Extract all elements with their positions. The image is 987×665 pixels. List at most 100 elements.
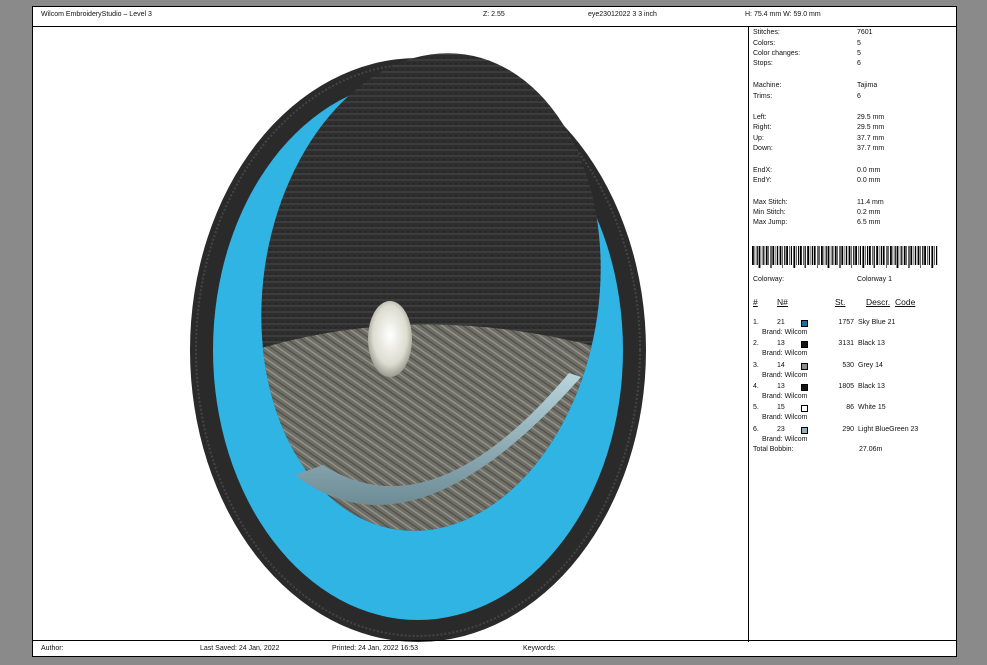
barcode-bar xyxy=(830,246,832,265)
color-swatch xyxy=(801,426,808,434)
stat-value: 6 xyxy=(857,93,861,100)
barcode-bar xyxy=(934,246,935,265)
color-brand: Brand: Wilcom xyxy=(762,392,808,400)
barcode-bar xyxy=(779,246,782,265)
stitch-count: 290 xyxy=(842,425,854,433)
eye-highlight xyxy=(368,301,412,377)
barcode-bar xyxy=(823,246,825,265)
barcode-bar xyxy=(793,246,796,268)
barcode-bar xyxy=(768,246,769,265)
stat-value: 37.7 mm xyxy=(857,145,885,152)
barcode-bar xyxy=(922,246,924,265)
stitch-count: 86 xyxy=(846,404,854,412)
stat-label: Colors: xyxy=(753,40,776,47)
barcode-bar xyxy=(867,246,869,265)
stat-label: EndX: xyxy=(753,167,773,174)
barcode-bar xyxy=(807,246,809,265)
color-brand: Brand: Wilcom xyxy=(762,371,808,379)
barcode-bar xyxy=(752,246,754,265)
stat-value: 37.7 mm xyxy=(857,135,885,142)
color-brand: Brand: Wilcom xyxy=(762,435,808,443)
barcode-bar xyxy=(917,246,920,265)
zoom-level: Z: 2.55 xyxy=(483,11,505,18)
barcode-bar xyxy=(903,246,906,265)
stat-row: EndX: 0.0 mm xyxy=(753,167,953,177)
barcode-bar xyxy=(786,246,788,265)
color-swatch xyxy=(801,383,808,391)
barcode-bar xyxy=(853,246,855,265)
barcode-bar xyxy=(809,246,811,265)
barcode-bar xyxy=(855,246,857,265)
barcode-bar xyxy=(772,246,775,265)
barcode-bar xyxy=(754,246,756,265)
barcode-bar xyxy=(910,246,913,265)
barcode-bar xyxy=(775,246,777,265)
color-number: 13 xyxy=(777,340,785,348)
barcode-bar xyxy=(908,246,910,268)
color-row: 2. 13 3131 Black 13 Brand: Wilcom xyxy=(753,340,953,362)
stat-row: Up: 37.7 mm xyxy=(753,135,953,145)
barcode-bar xyxy=(928,246,930,265)
barcode-bar xyxy=(827,246,830,268)
stat-value: 0.2 mm xyxy=(857,209,881,216)
stat-label: Stops: xyxy=(753,60,773,67)
color-index: 4. xyxy=(753,382,759,390)
stitch-count: 530 xyxy=(842,361,854,369)
col-header-code: Code xyxy=(895,297,916,307)
stat-label: Trims: xyxy=(753,93,773,100)
col-header-index: # xyxy=(753,297,758,307)
color-row: 1. 21 1757 Sky Blue 21 Brand: Wilcom xyxy=(753,319,953,341)
barcode-bar xyxy=(834,246,837,265)
color-index: 3. xyxy=(753,361,759,369)
barcode-bar xyxy=(880,246,882,265)
barcode-bar xyxy=(913,246,915,265)
stat-row: Max Jump: 6.5 mm xyxy=(753,219,953,229)
stat-value: 6 xyxy=(857,60,861,67)
stat-value: 0.0 mm xyxy=(857,167,881,174)
stat-row: Stitches: 7601 xyxy=(753,29,953,39)
design-info-panel: Stitches: 7601 Colors: 5 Color changes: 5 Stop… xyxy=(749,27,956,642)
design-preview xyxy=(33,27,749,642)
barcode-bar xyxy=(832,246,834,265)
barcode-bar xyxy=(899,246,901,265)
barcode-bar xyxy=(790,246,792,265)
barcode-bar xyxy=(837,246,838,265)
barcode-bar xyxy=(817,246,818,268)
barcode-bar xyxy=(789,246,790,265)
color-brand: Brand: Wilcom xyxy=(762,414,808,422)
barcode-bar xyxy=(892,246,894,265)
stat-row: Trims: 6 xyxy=(753,93,953,103)
barcode-bar xyxy=(927,246,928,265)
barcode-bar xyxy=(846,246,848,265)
barcode-bar xyxy=(924,246,926,265)
sheet-header: Wilcom EmbroideryStudio – Level 3 Z: 2.5… xyxy=(33,7,956,27)
barcode-bar xyxy=(811,246,813,265)
total-bobbin-row: Total Bobbin: 27.06m xyxy=(753,446,883,453)
stitch-count: 1757 xyxy=(838,319,854,326)
stat-row: Machine: Tajima xyxy=(753,82,953,92)
color-swatch xyxy=(801,341,808,349)
barcode-bar xyxy=(936,246,938,265)
color-brand: Brand: Wilcom xyxy=(762,329,808,336)
stitch-count: 3131 xyxy=(838,340,854,348)
barcode-bar xyxy=(920,246,921,268)
barcode-bar xyxy=(839,246,841,268)
barcode-bar xyxy=(813,246,816,265)
color-description: Black 13 xyxy=(858,382,885,390)
color-number: 23 xyxy=(777,425,785,433)
col-header-descr: Descr. xyxy=(866,297,891,307)
barcode-bar xyxy=(804,246,806,268)
barcode-bar xyxy=(803,246,804,265)
barcode-bar xyxy=(851,246,852,268)
printed-date: Printed: 24 Jan, 2022 16:53 xyxy=(332,645,419,652)
color-row: 6. 23 290 Light BlueGreen 23 Brand: Wilcom xyxy=(753,426,953,448)
barcode-bar xyxy=(858,246,859,265)
stat-value: 0.0 mm xyxy=(857,177,881,184)
barcode-bar xyxy=(765,246,768,265)
stat-value: 29.5 mm xyxy=(857,124,885,131)
stat-value: 7601 xyxy=(857,29,873,36)
color-index: 6. xyxy=(753,425,759,433)
barcode-bar xyxy=(859,246,861,265)
barcode-bar xyxy=(878,246,880,265)
stat-label: Up: xyxy=(753,135,764,142)
